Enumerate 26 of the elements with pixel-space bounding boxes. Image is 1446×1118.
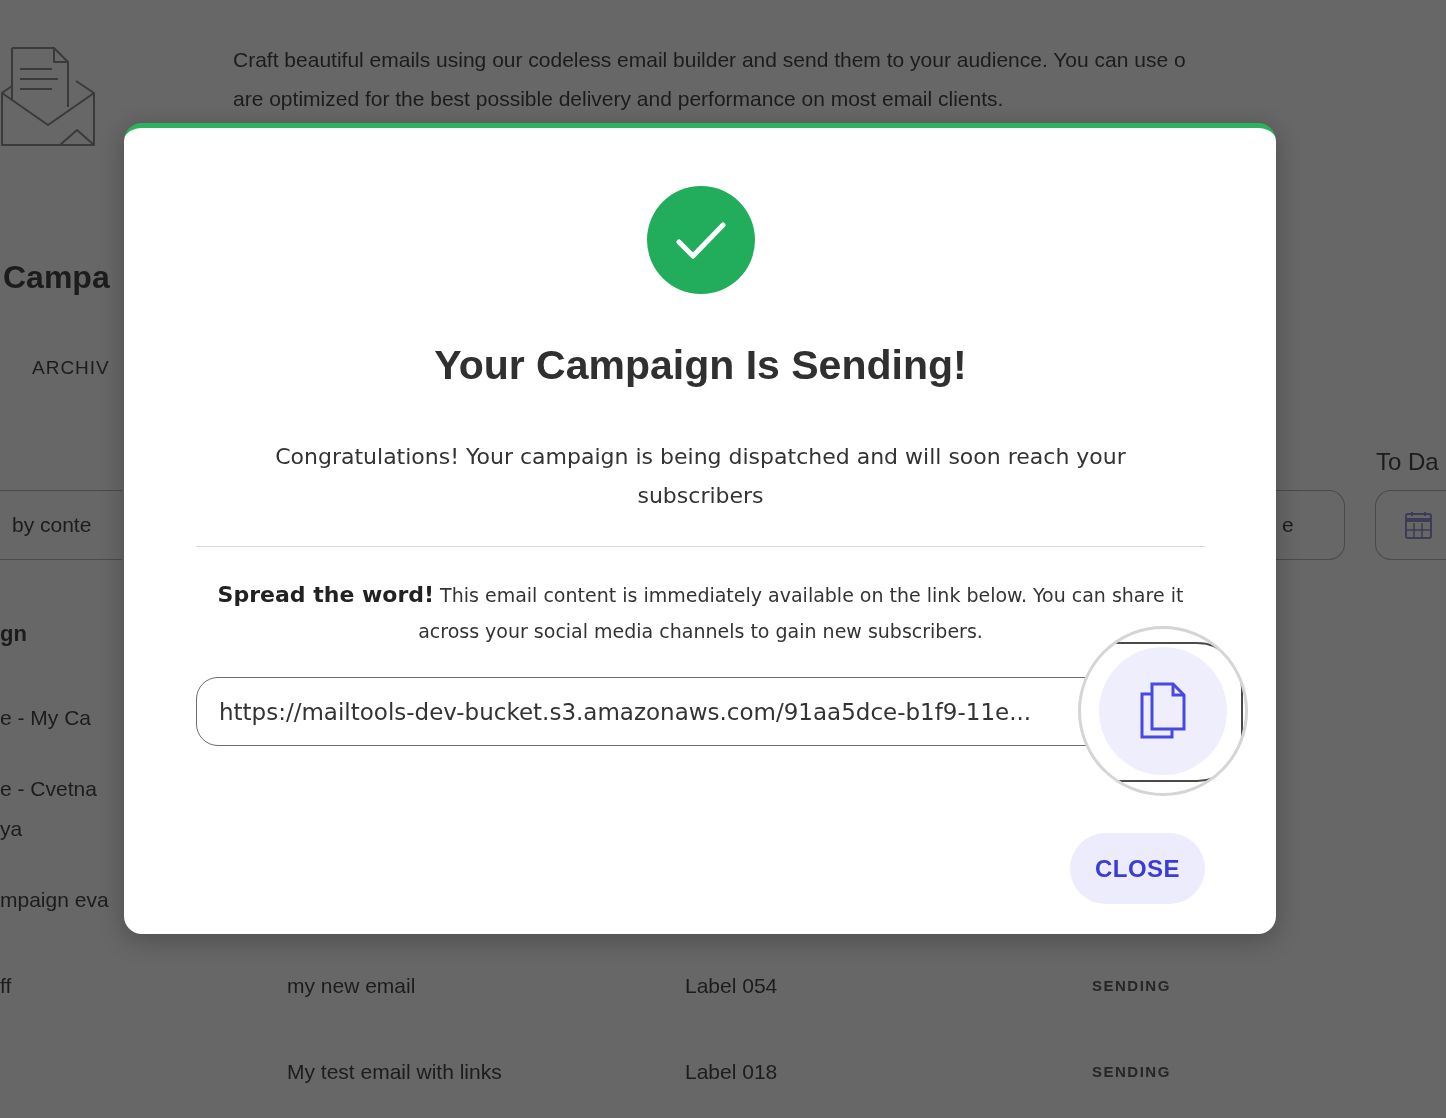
table-cell-text: ff	[0, 973, 12, 999]
intro-text-line: are optimized for the best possible delivery and performance on most email clients.	[233, 86, 1004, 112]
table-cell-text: ya	[0, 816, 23, 842]
table-cell-text: my new email	[287, 973, 416, 999]
copy-icon	[1139, 682, 1187, 740]
table-cell-text: e - My Ca	[0, 705, 91, 731]
field-label: To Da	[1376, 448, 1439, 476]
status-label: SENDING	[1092, 1062, 1171, 1082]
search-field[interactable]: by conte	[0, 490, 122, 560]
check-circle-icon	[646, 186, 755, 294]
date-field[interactable]	[1375, 490, 1446, 560]
table-cell-text: mpaign eva	[0, 887, 109, 913]
status-label: SENDING	[1092, 976, 1171, 996]
calendar-icon	[1405, 511, 1432, 539]
table-cell-text: e - Cvetna	[0, 776, 97, 802]
table-cell-text: Label 018	[685, 1059, 778, 1085]
table-cell-text: Label 054	[685, 973, 778, 999]
table-cell-text: My test email with links	[287, 1059, 502, 1085]
column-header: gn	[0, 620, 27, 648]
share-text: Spread the word! This email content is immediately available on the link below. You can share it across your social media channels to gain new subscribers.	[216, 581, 1185, 644]
page-heading: Campa	[2, 258, 110, 296]
intro-text-line: Craft beautiful emails using our codeless email builder and send them to your audience. You can use o	[233, 47, 1186, 73]
dialog-title: Your Campaign Is Sending!	[434, 342, 967, 388]
copy-button[interactable]	[1099, 647, 1227, 775]
dialog-message: Congratulations! Your campaign is being dispatched and will soon reach your subscribers	[274, 443, 1127, 510]
close-button[interactable]: CLOSE	[1070, 833, 1205, 904]
